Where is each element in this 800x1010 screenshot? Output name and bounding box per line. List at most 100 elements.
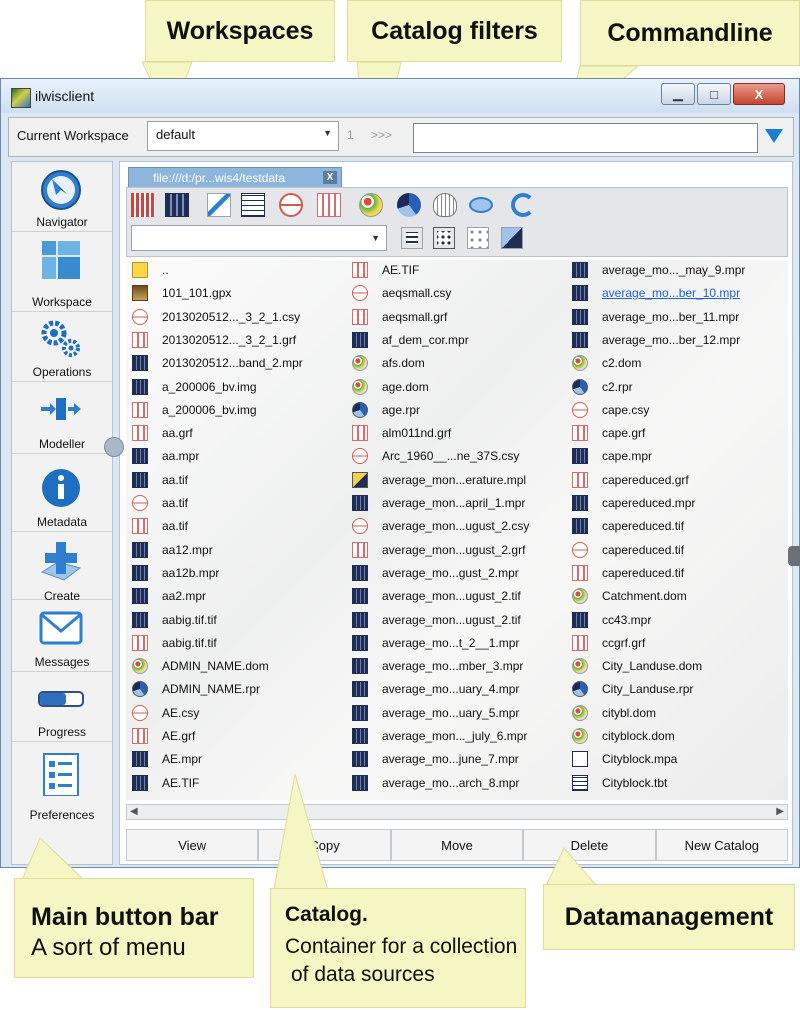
main-button-bar-callout-subtitle: A sort of menu [31,934,186,961]
catalog-entry-name: af_dem_cor.mpr [382,332,469,347]
mpr-file-icon [132,378,148,395]
catalog-entry-name: average_mo...june_7.mpr [382,752,519,767]
mpr-file-icon [352,564,368,581]
catalog-entry-name: average_mo...arch_8.mpr [382,775,520,790]
mpr-file-icon [132,355,148,372]
catalog-entry-name: average_mo...uary_4.mpr [382,682,520,697]
representation-filter-icon[interactable] [397,193,421,217]
new-catalog-button[interactable]: New Catalog [655,829,789,861]
sidebar-item-modeller[interactable]: Modeller [12,382,112,454]
catalog-entry-name: aa12b.mpr [162,565,220,580]
progress-bar-icon [38,691,84,707]
dom-file-icon [352,355,368,372]
catalog-entry-name: afs.dom [382,356,425,371]
catalog-entry-name: age.dom [382,379,429,394]
window-title: ilwisclient [35,88,95,104]
thumbnail-view-icon[interactable] [467,227,489,249]
refresh-icon[interactable] [511,193,535,217]
sidebar-item-operations[interactable]: Operations [12,312,112,382]
envelope-icon [39,611,83,645]
mpr-file-icon [132,774,148,791]
projection-filter-icon[interactable] [433,193,457,217]
sidebar-item-preferences[interactable]: Preferences [12,742,112,822]
app-icon [11,88,31,108]
georeference-filter-icon[interactable] [317,193,341,217]
domain-filter-icon[interactable] [359,193,383,217]
list-view-icon[interactable] [401,227,423,249]
rpr-file-icon [572,681,588,698]
catalog-entry-name: capereduced.tif [602,519,685,534]
catalog-entry-name: aabig.tif.tif [162,635,217,650]
catalog-entry-name: 2013020512...band_2.mpr [162,356,303,371]
dom-file-icon [572,658,588,675]
map-view-icon[interactable] [501,227,523,249]
command-dropdown-icon[interactable] [765,129,783,143]
minimize-button[interactable]: ▁ [661,83,695,105]
close-button[interactable]: X [733,83,785,105]
csy-file-icon [132,495,148,511]
coordinate-system-filter-icon[interactable] [279,193,303,217]
catalog-callout: Catalog. Container for a collection of d… [270,888,526,1008]
main-button-bar-callout: Main button bar A sort of menu [14,878,254,978]
scroll-left-icon[interactable]: ◀ [130,806,138,817]
view-button[interactable]: View [126,829,259,861]
current-workspace-label: Current Workspace [17,128,129,143]
sidebar-label-modeller: Modeller [38,437,86,451]
scroll-right-icon[interactable]: ▶ [776,806,784,817]
close-icon[interactable]: X [323,171,337,184]
workspace-select[interactable]: default ▼ [147,121,339,151]
main-button-bar: Navigator Workspace Operations Modeller … [11,161,113,865]
catalog-callout-line2: of data sources [291,963,435,986]
catalog-tab[interactable]: file:///d:/pr...wis4/testdata X [128,167,342,187]
ellipsoid-filter-icon[interactable] [469,197,493,213]
catalog-entry-name: aeqsmall.csy [382,286,452,301]
panel-splitter-handle[interactable] [104,437,124,457]
feature-filter-icon[interactable] [207,193,231,217]
csy-file-icon [352,448,368,465]
sidebar-item-navigator[interactable]: Navigator [12,162,112,232]
catalog-entry-name: Catchment.dom [602,589,687,604]
maximize-button[interactable]: □ [697,83,731,105]
dom-file-icon [352,378,368,395]
catalog-entry-name: capereduced.tif [602,565,685,580]
grf-file-icon [352,308,368,325]
main-button-bar-callout-title: Main button bar [31,903,219,931]
catalog-entry-name: City_Landuse.dom [602,659,703,674]
catalog-entry-name: average_mo...ber_10.mpr [602,286,741,301]
rpr-file-icon [352,401,368,418]
all-types-filter-icon[interactable] [131,193,155,217]
mpr-file-icon [572,448,588,465]
catalog-filter-select[interactable]: ▼ [131,225,387,251]
sidebar-item-metadata[interactable]: Metadata [12,454,112,532]
sidebar-item-messages[interactable]: Messages [12,600,112,672]
catalog-entry-name: aeqsmall.grf [382,309,448,324]
command-prompt: >>> [371,128,393,142]
dom-file-icon [132,658,148,675]
table-filter-icon[interactable] [241,193,265,217]
mpr-file-icon [132,448,148,465]
chevron-down-icon: ▼ [323,128,332,138]
sidebar-item-progress[interactable]: Progress [12,672,112,742]
catalog-entry-name: capereduced.tif [602,542,685,557]
command-line-input[interactable] [413,123,758,153]
catalog-callout-line1: Container for a collection [285,935,518,958]
catalog-entry-name: capereduced.grf [602,472,689,487]
catalog-entry-name: aabig.tif.tif [162,612,217,627]
grid-view-icon[interactable] [433,227,455,249]
sidebar-item-workspace[interactable]: Workspace [12,232,112,312]
raster-filter-icon[interactable] [165,193,189,217]
side-panel-toggle[interactable] [788,546,800,566]
catalog-entry-name: ADMIN_NAME.dom [162,659,269,674]
horizontal-scrollbar[interactable]: ◀ ▶ [126,804,788,820]
catalog-entry-name: aa12.mpr [162,542,213,557]
sidebar-label-progress: Progress [37,725,87,739]
catalog-entry-name: 2013020512..._3_2_1.csy [162,309,301,324]
mpr-file-icon [572,331,588,348]
catalog-entry-name: AE.TIF [162,775,200,790]
move-button[interactable]: Move [390,829,524,861]
grf-file-icon [572,564,588,581]
sidebar-item-create[interactable]: Create [12,532,112,603]
catalog-entry-name: 101_101.gpx [162,286,232,301]
rpr-file-icon [572,378,588,395]
sidebar-label-operations: Operations [32,365,92,379]
